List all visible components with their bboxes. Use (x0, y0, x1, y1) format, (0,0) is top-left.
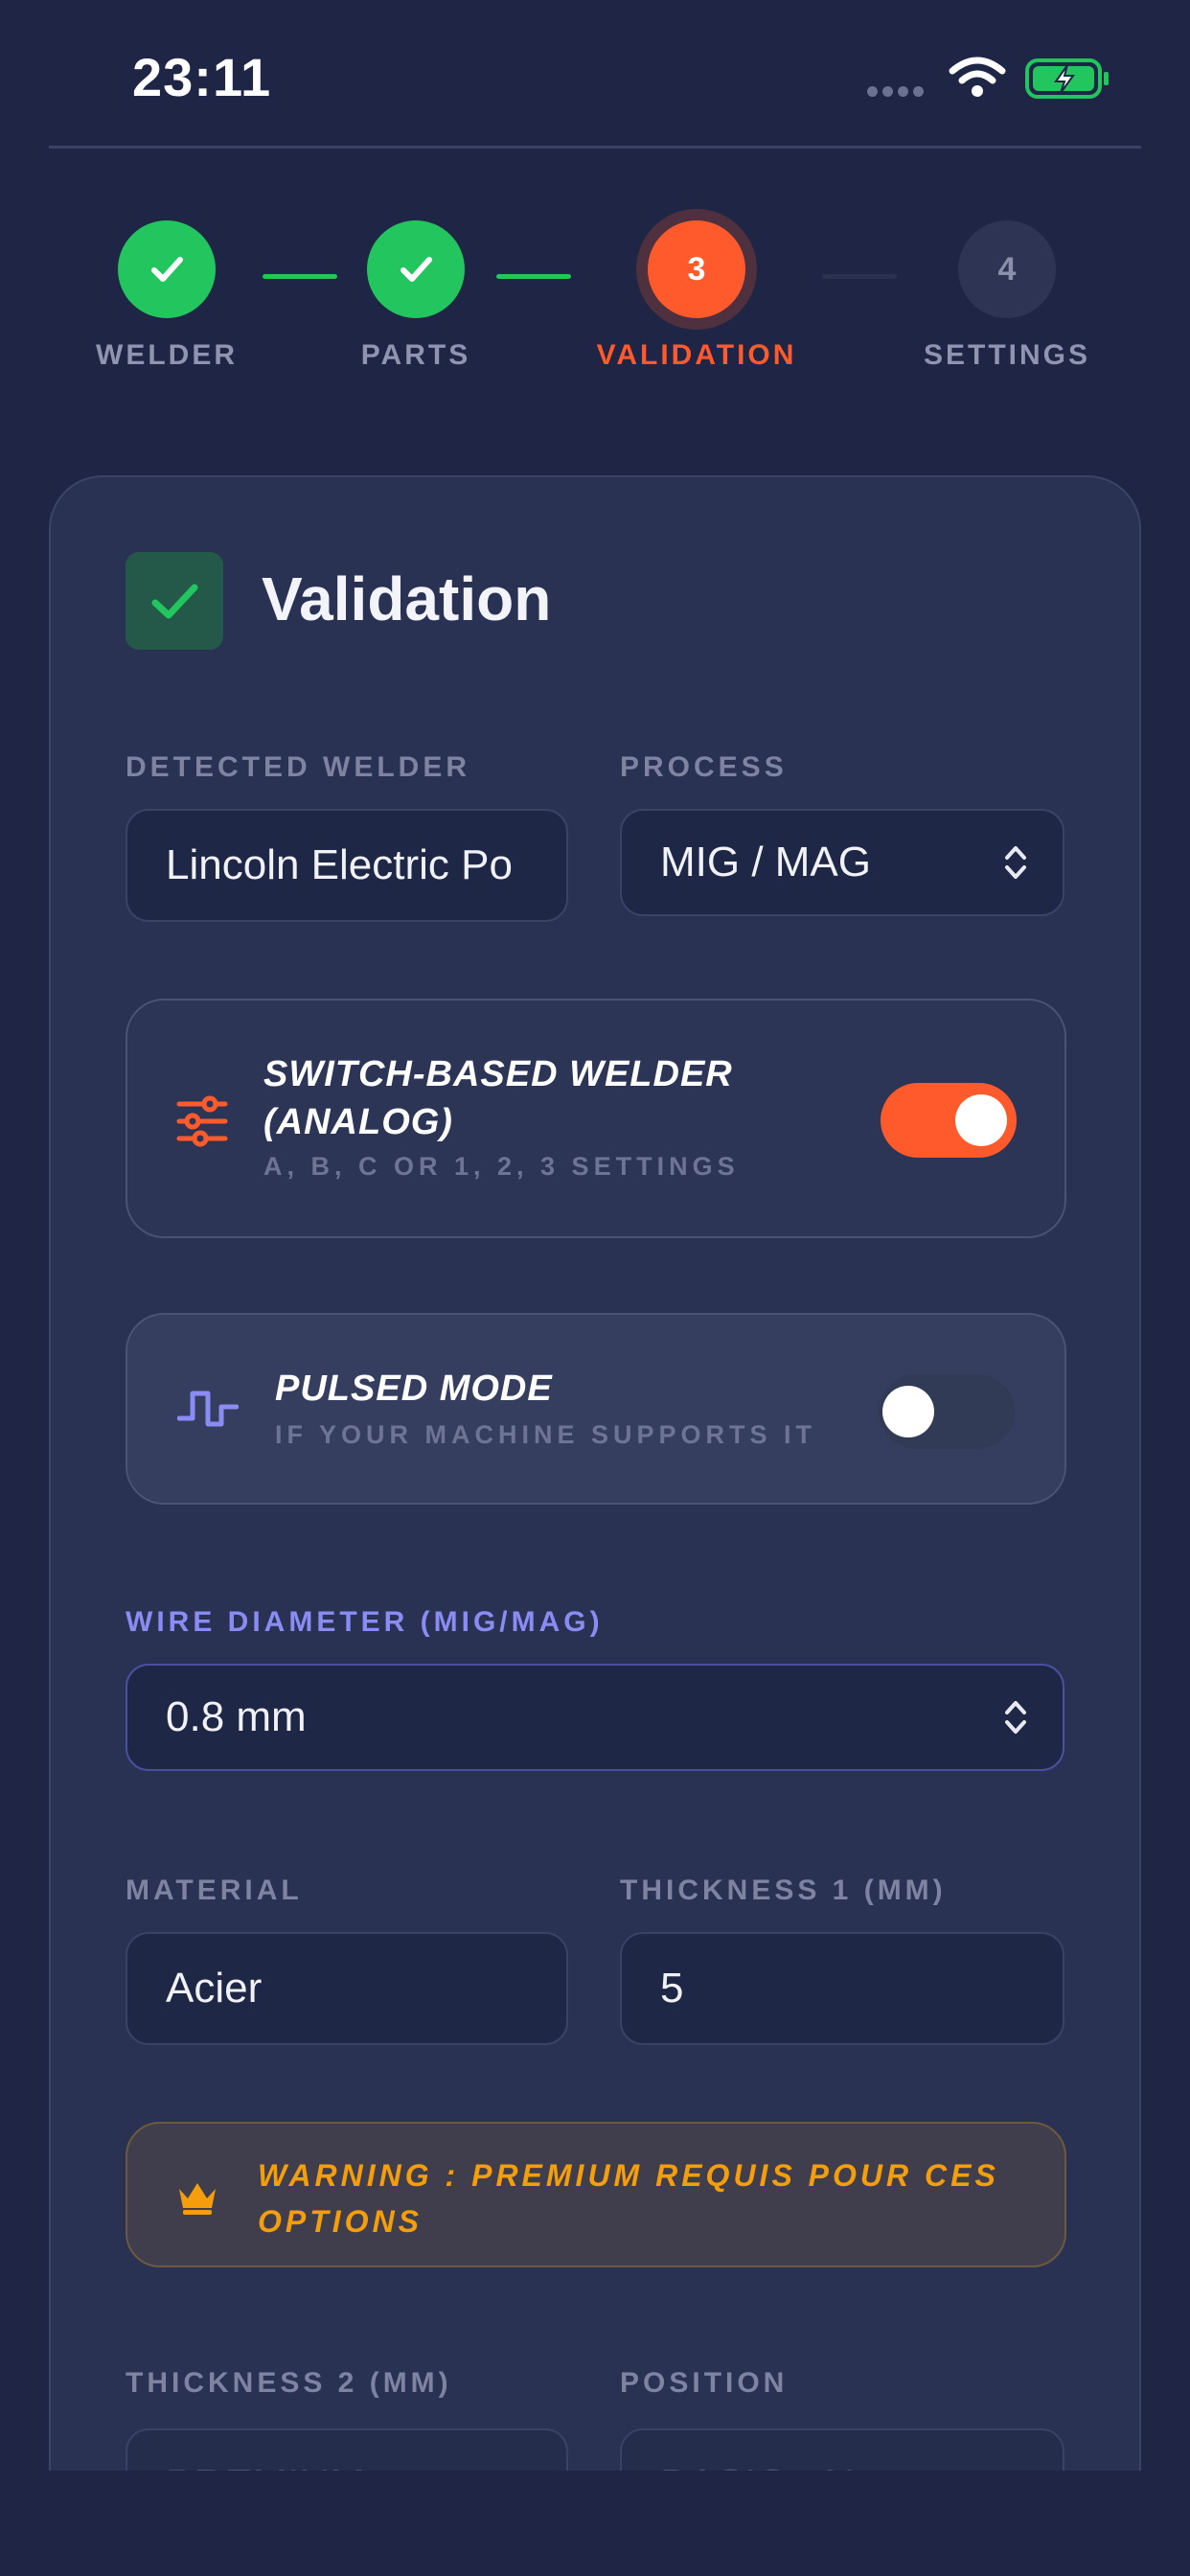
premium-warning: WARNING : PREMIUM REQUIS POUR CES OPTION… (126, 2122, 1066, 2267)
process-value: MIG / MAG (660, 839, 871, 886)
switch-welder-toggle[interactable] (881, 1083, 1017, 1158)
toggle-knob (882, 1386, 934, 1438)
step-connector (263, 274, 337, 279)
switch-welder-title: SWITCH-BASED WELDER (ANALOG) (263, 1054, 733, 1142)
switch-welder-subtitle: A, B, C OR 1, 2, 3 SETTINGS (263, 1152, 740, 1181)
check-icon (400, 257, 432, 282)
check-icon (151, 257, 183, 282)
pulsed-mode-title: PULSED MODE (275, 1368, 553, 1409)
step-parts-label: PARTS (360, 339, 471, 371)
material-label: MATERIAL (126, 1874, 303, 1906)
position-label: POSITION (620, 2367, 789, 2399)
pulsed-mode-card: PULSED MODE IF YOUR MACHINE SUPPORTS IT (126, 1313, 1066, 1505)
material-input[interactable]: Acier (126, 1932, 568, 2045)
process-label: PROCESS (620, 751, 788, 783)
step-settings-circle[interactable]: 4 (958, 220, 1056, 318)
status-divider (49, 146, 1141, 149)
detected-welder-label: DETECTED WELDER (126, 751, 470, 783)
step-parts-circle[interactable] (367, 220, 465, 318)
step-welder-label: WELDER (96, 339, 238, 371)
step-validation-label: VALIDATION (596, 339, 797, 371)
bottom-safe-area (0, 2471, 1190, 2576)
sliders-icon (176, 1095, 228, 1147)
thickness2-label: THICKNESS 2 (MM) (126, 2367, 452, 2399)
toggle-knob (955, 1094, 1007, 1146)
step-connector (822, 274, 897, 279)
pulsed-mode-toggle[interactable] (879, 1374, 1015, 1449)
step-validation-circle[interactable]: 3 (648, 220, 745, 318)
select-arrows-icon (1005, 846, 1026, 879)
detected-welder-input[interactable]: Lincoln Electric Po (126, 809, 568, 922)
thickness1-input[interactable]: 5 (620, 1932, 1064, 2045)
select-arrows-icon (1005, 1701, 1026, 1734)
signal-icon (867, 84, 928, 102)
step-welder-circle[interactable] (118, 220, 216, 318)
step-connector (496, 274, 571, 279)
wire-diameter-value: 0.8 mm (166, 1693, 307, 1740)
validation-card: Validation DETECTED WELDER Lincoln Elect… (49, 475, 1141, 2576)
status-bar: 23:11 (0, 0, 1190, 153)
wifi-icon (949, 57, 1006, 97)
step-settings-label: SETTINGS (923, 339, 1090, 371)
wire-diameter-label: WIRE DIAMETER (MIG/MAG) (126, 1606, 604, 1638)
status-time: 23:11 (132, 47, 272, 107)
pulse-wave-icon (177, 1391, 239, 1427)
battery-charging-icon (1025, 58, 1109, 99)
progress-stepper: WELDER PARTS 3 VALIDATION 4 SETTINGS (0, 220, 1190, 383)
card-title: Validation (262, 564, 552, 633)
pulsed-mode-subtitle: IF YOUR MACHINE SUPPORTS IT (275, 1420, 817, 1449)
switch-welder-card: SWITCH-BASED WELDER (ANALOG) A, B, C OR … (126, 999, 1066, 1238)
thickness1-label: THICKNESS 1 (MM) (620, 1874, 947, 1906)
validation-check-icon (126, 552, 223, 650)
premium-warning-text: WARNING : PREMIUM REQUIS POUR CES OPTION… (258, 2158, 999, 2239)
process-select[interactable]: MIG / MAG (620, 809, 1064, 916)
wire-diameter-select[interactable]: 0.8 mm (126, 1664, 1064, 1771)
crown-icon (179, 2183, 216, 2215)
